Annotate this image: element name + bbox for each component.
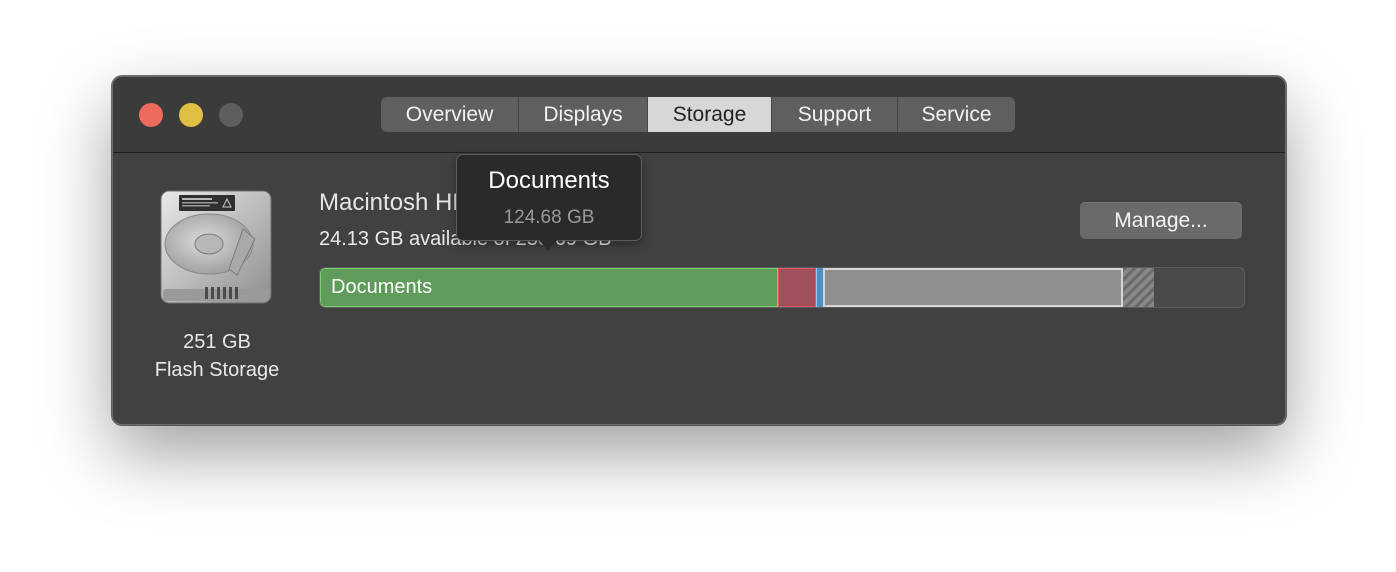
- segment-tooltip: Documents 124.68 GB: [456, 154, 642, 241]
- zoom-button: [219, 103, 243, 127]
- disk-type: Flash Storage: [154, 359, 280, 381]
- storage-window: Overview Displays Storage Support Servic…: [112, 76, 1286, 425]
- title-bar: Overview Displays Storage Support Servic…: [113, 77, 1285, 153]
- tooltip-size: 124.68 GB: [503, 207, 595, 228]
- tooltip-title: Documents: [488, 167, 610, 194]
- segment-purgeable[interactable]: [1123, 268, 1154, 307]
- segment-apps[interactable]: [778, 268, 816, 307]
- tooltip-arrow: [538, 239, 558, 251]
- tab-service[interactable]: Service: [898, 97, 1015, 132]
- tab-overview[interactable]: Overview: [381, 97, 519, 132]
- segment-documents-label: Documents: [331, 276, 433, 298]
- tab-displays[interactable]: Displays: [519, 97, 648, 132]
- tab-bar: Overview Displays Storage Support Servic…: [381, 97, 1015, 132]
- close-button[interactable]: [139, 103, 163, 127]
- disk-capacity: 251 GB: [183, 331, 251, 353]
- hard-drive-icon: [160, 190, 272, 304]
- storage-usage-bar: Documents: [319, 267, 1245, 308]
- minimize-button[interactable]: [179, 103, 203, 127]
- volume-name: Macintosh HD: [319, 189, 470, 216]
- tab-storage[interactable]: Storage: [648, 97, 772, 132]
- segment-system[interactable]: [816, 268, 823, 307]
- segment-documents[interactable]: Documents: [320, 268, 778, 307]
- manage-button[interactable]: Manage...: [1080, 202, 1242, 239]
- tab-support[interactable]: Support: [772, 97, 898, 132]
- segment-other[interactable]: [823, 268, 1123, 307]
